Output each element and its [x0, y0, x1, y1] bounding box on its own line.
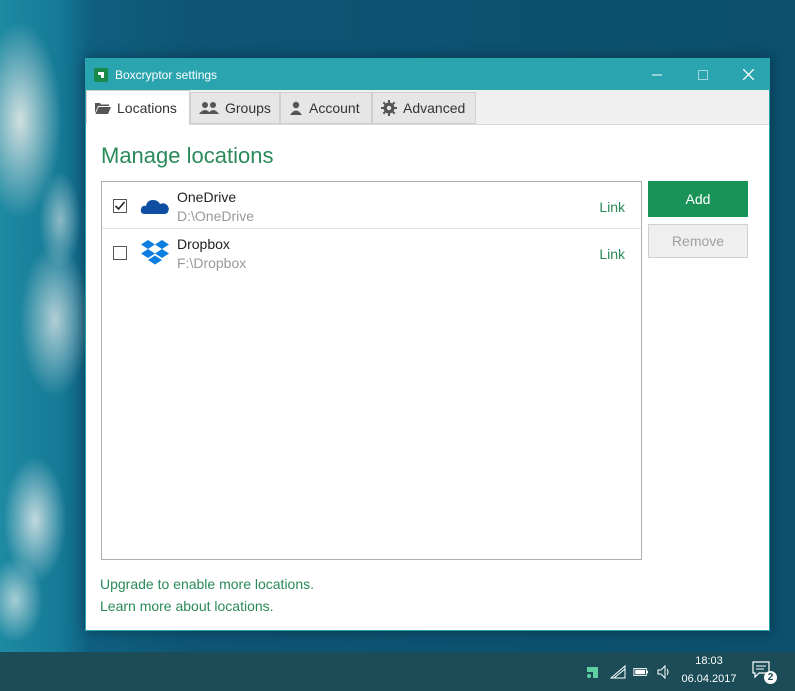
user-icon [289, 101, 303, 115]
link-button[interactable]: Link [599, 199, 625, 215]
learn-more-link[interactable]: Learn more about locations. [100, 598, 274, 614]
battery-icon[interactable] [633, 664, 649, 680]
location-path: F:\Dropbox [177, 255, 247, 271]
users-icon [199, 101, 219, 115]
settings-window: Boxcryptor settings Locations Groups Acc… [85, 58, 770, 631]
close-button[interactable] [725, 59, 771, 90]
volume-icon[interactable] [656, 664, 672, 680]
tab-groups-label: Groups [225, 100, 271, 116]
onedrive-icon [140, 192, 170, 220]
location-name: OneDrive [177, 189, 237, 205]
tab-locations[interactable]: Locations [86, 90, 190, 125]
tab-bar: Locations Groups Account Advanced [86, 90, 769, 125]
add-button[interactable]: Add [648, 181, 748, 217]
location-checkbox[interactable] [113, 246, 127, 260]
gear-icon [381, 100, 397, 116]
boxcryptor-app-icon [94, 67, 108, 82]
clock-date[interactable]: 06.04.2017 [681, 673, 737, 685]
location-path: D:\OneDrive [177, 208, 255, 224]
remove-button[interactable]: Remove [648, 224, 748, 258]
tab-locations-label: Locations [117, 99, 177, 116]
clock-time[interactable]: 18:03 [681, 655, 737, 667]
list-item[interactable]: OneDrive D:\OneDrive Link [102, 182, 641, 229]
link-button[interactable]: Link [599, 246, 625, 262]
checkmark-icon [114, 201, 126, 211]
notification-count-badge: 2 [764, 671, 777, 684]
list-item[interactable]: Dropbox F:\Dropbox Link [102, 229, 641, 276]
boxcryptor-tray-icon[interactable] [585, 664, 601, 680]
upgrade-link[interactable]: Upgrade to enable more locations. [100, 576, 314, 592]
window-title: Boxcryptor settings [115, 67, 218, 82]
location-checkbox[interactable] [113, 199, 127, 213]
maximize-button[interactable] [680, 59, 726, 90]
page-title: Manage locations [101, 143, 274, 168]
tab-advanced[interactable]: Advanced [372, 92, 476, 124]
minimize-button[interactable] [634, 59, 680, 90]
title-bar[interactable]: Boxcryptor settings [86, 59, 769, 90]
locations-list: OneDrive D:\OneDrive Link Dropbox F:\Dro [101, 181, 642, 560]
tab-advanced-label: Advanced [403, 100, 466, 116]
tab-groups[interactable]: Groups [190, 92, 280, 124]
folder-icon [95, 102, 111, 114]
location-name: Dropbox [177, 236, 230, 252]
taskbar [0, 652, 795, 691]
dropbox-icon [140, 239, 170, 267]
tab-account[interactable]: Account [280, 92, 372, 124]
wifi-icon[interactable] [610, 664, 626, 680]
tab-account-label: Account [309, 100, 360, 116]
